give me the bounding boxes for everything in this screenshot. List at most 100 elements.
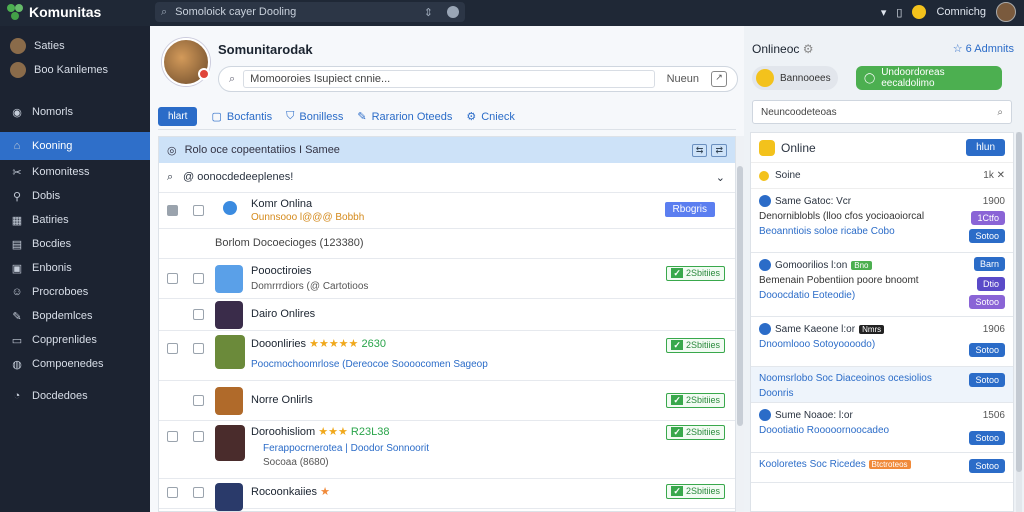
right-search[interactable]: Neuncoodeteoas ⌕: [752, 100, 1012, 124]
scrollbar[interactable]: [736, 136, 744, 512]
sidebar-item-label: Docdedoes: [32, 390, 88, 402]
settings-icon[interactable]: ⚙: [803, 42, 814, 56]
card-button[interactable]: Sotoo: [969, 295, 1005, 309]
row-checkbox[interactable]: [193, 487, 204, 498]
dropdown-icon[interactable]: ▾: [881, 6, 887, 19]
table-row[interactable]: Komr Onlina Ounnsooo l@@@ Bobbh Rbogris: [159, 193, 735, 229]
global-search-input[interactable]: Somoloick cayer Dooling: [175, 6, 296, 18]
sidebar-item-bocdies[interactable]: ▤ Bocdies: [0, 232, 150, 256]
chevron-updown-icon[interactable]: ⇕: [424, 6, 433, 19]
card-button[interactable]: Sotoo: [969, 431, 1005, 445]
row-checkbox[interactable]: [167, 431, 178, 442]
sidebar-item-komonitess[interactable]: ✂ Komonitess: [0, 160, 150, 184]
status-tag[interactable]: ✓ 2Sbitiies: [666, 393, 725, 408]
table-row[interactable]: Norre Onlirls ✓ 2Sbitiies: [159, 381, 735, 421]
settings-icon[interactable]: [447, 6, 459, 18]
sidebar-item-copprenlides[interactable]: ▭ Copprenlides: [0, 328, 150, 352]
card-line[interactable]: Dooocdatio Eoteodie): [759, 290, 1005, 301]
online-card[interactable]: Kooloretes Soc Ricedes Btctroteos Sotoo: [751, 453, 1013, 483]
online-card[interactable]: Sume Noaoe: l:or 1506 Doootiatio Rooooorn…: [751, 403, 1013, 453]
card-button[interactable]: Sotoo: [969, 459, 1005, 473]
green-action-button[interactable]: ◯ Undoordoreas eecaldolimo: [856, 66, 1002, 90]
card-line[interactable]: Dnoomlooo Sotoyoooodo): [759, 339, 1005, 350]
community-avatar[interactable]: [162, 38, 210, 86]
row-checkbox[interactable]: [167, 343, 178, 354]
card-line[interactable]: Doootiatio Rooooornoocadeo: [759, 425, 1005, 436]
sidebar-item-compoenedes[interactable]: ◍ Compoenedes: [0, 352, 150, 376]
brand[interactable]: Komunitas: [6, 3, 101, 21]
row-checkbox[interactable]: [167, 273, 178, 284]
sidebar-item-kooning[interactable]: ⌂ Kooning: [0, 132, 150, 160]
right-search-input[interactable]: Neuncoodeteoas: [761, 107, 837, 118]
admins-link[interactable]: ☆ 6 Admnits: [953, 42, 1014, 55]
group-header[interactable]: ⌕ @ oonocdedeeplenes! ⌄: [159, 163, 735, 193]
phone-icon[interactable]: ▯: [896, 6, 902, 19]
expand-icon[interactable]: ↗: [711, 71, 727, 87]
row-checkbox[interactable]: [193, 343, 204, 354]
online-card[interactable]: Noomsrlobo Soc Diaceoinos ocesiolios Doo…: [751, 367, 1013, 403]
user-name[interactable]: Comnichg: [936, 6, 986, 18]
table-row[interactable]: Rocoonkaiies ★ ✓ 2Sbitiies: [159, 479, 735, 511]
card-line[interactable]: Noomsrlobo Soc Diaceoinos ocesiolios: [759, 373, 1005, 384]
banner-action-icon[interactable]: ⇄: [711, 143, 727, 157]
row-checkbox[interactable]: [193, 309, 204, 320]
online-button[interactable]: hlun: [966, 139, 1005, 156]
row-sub[interactable]: Poocmochoomrlose (Dereocoe Soooocomen Sa…: [251, 359, 488, 370]
sidebar-item-batiries[interactable]: ▦ Batiries: [0, 208, 150, 232]
sidebar-item-procroboes[interactable]: ☺ Procroboes: [0, 280, 150, 304]
row-checkbox[interactable]: [167, 205, 178, 216]
table-row[interactable]: Borlom Docoecioges (123380): [159, 229, 735, 259]
toolbar-item[interactable]: ✎ Rararion Oteeds: [357, 110, 452, 124]
card-button[interactable]: Sotoo: [969, 373, 1005, 387]
search-input[interactable]: Momooroies Isupiect cnnie...: [243, 70, 655, 88]
user-avatar[interactable]: [996, 2, 1016, 22]
card-button[interactable]: Barn: [973, 257, 1005, 271]
card-button[interactable]: Sotoo: [969, 343, 1005, 357]
online-card[interactable]: Same Kaeone l:or Nmrs 1906 Dnoomlooo Sotoy…: [751, 317, 1013, 367]
scrollbar[interactable]: [1016, 132, 1022, 512]
row-checkbox[interactable]: [193, 395, 204, 406]
row-button[interactable]: Rbogris: [664, 202, 715, 217]
status-tag[interactable]: ✓ 2Sbitiies: [666, 425, 725, 440]
card-line[interactable]: Doonris: [759, 388, 1005, 399]
row-checkbox[interactable]: [167, 487, 178, 498]
sort-controls[interactable]: 1k ✕: [983, 170, 1005, 181]
chevron-down-icon[interactable]: ⌄: [716, 171, 725, 184]
sidebar-item-nomorls[interactable]: ◉ Nomorls: [0, 100, 150, 124]
banner-action-icon[interactable]: ⇆: [691, 143, 708, 157]
online-card[interactable]: Same Gatoc: Vcr 1900 Denorniblobls (lloo …: [751, 189, 1013, 253]
table-row[interactable]: Dooonliries ★★★★★ 2630 Poocmochoomrlose …: [159, 331, 735, 381]
status-tag[interactable]: ✓ 2Sbitiies: [666, 484, 725, 499]
row-checkbox[interactable]: [193, 273, 204, 284]
sidebar-item-docdedoes[interactable]: ◔ Docdedoes: [0, 384, 150, 408]
sidebar-item-dobis[interactable]: ⚲ Dobis: [0, 184, 150, 208]
sidebar-item-bopdemlces[interactable]: ✎ Bopdemlces: [0, 304, 150, 328]
card-button[interactable]: 1Ctfo: [971, 211, 1005, 225]
toolbar-item[interactable]: ⛉ Bonilless: [286, 110, 343, 123]
table-row[interactable]: Doroohisliom ★★★ R23L38 Ferappocrnerotea…: [159, 421, 735, 479]
online-card[interactable]: Gomoorilios l:on Bno Bemenain Pobentiion …: [751, 253, 1013, 317]
sidebar-item-enbonis[interactable]: ▣ Enbonis: [0, 256, 150, 280]
global-search[interactable]: ⌕ Somoloick cayer Dooling ⇕: [155, 2, 465, 22]
card-line[interactable]: Beoanntiois soloe ricabe Cobo: [759, 226, 1005, 237]
toolbar-item[interactable]: ⚙ Cnieck: [466, 110, 515, 124]
scrollbar-thumb[interactable]: [737, 166, 743, 426]
sidebar-item-boo[interactable]: Boo Kanilemes: [0, 58, 150, 82]
sidebar-item-saties[interactable]: Saties: [0, 34, 150, 58]
user-pill[interactable]: Bannooees: [752, 66, 838, 90]
status-tag[interactable]: ✓ 2Sbitiies: [666, 266, 725, 281]
sort-row[interactable]: Soine 1k ✕: [751, 163, 1013, 189]
table-row[interactable]: Poooctiroies Domrrrdiors (@ Cartotioos ✓…: [159, 259, 735, 299]
row-checkbox[interactable]: [193, 431, 204, 442]
card-button[interactable]: Sotoo: [969, 229, 1005, 243]
card-line[interactable]: Kooloretes Soc Ricedes: [759, 459, 866, 470]
row-sub[interactable]: Ferappocrnerotea | Doodor Sonnoorit: [263, 443, 429, 454]
community-search[interactable]: ⌕ Momooroies Isupiect cnnie... Nueun ↗: [218, 66, 738, 92]
toolbar-item[interactable]: ▢ Bocfantis: [211, 110, 272, 124]
scrollbar-thumb[interactable]: [1016, 132, 1022, 472]
table-row[interactable]: Dairo Onlires: [159, 299, 735, 331]
row-checkbox[interactable]: [193, 205, 204, 216]
primary-button[interactable]: hlart: [158, 107, 198, 126]
status-tag[interactable]: ✓ 2Sbitiies: [666, 338, 725, 353]
card-button[interactable]: Dtio: [976, 277, 1005, 291]
